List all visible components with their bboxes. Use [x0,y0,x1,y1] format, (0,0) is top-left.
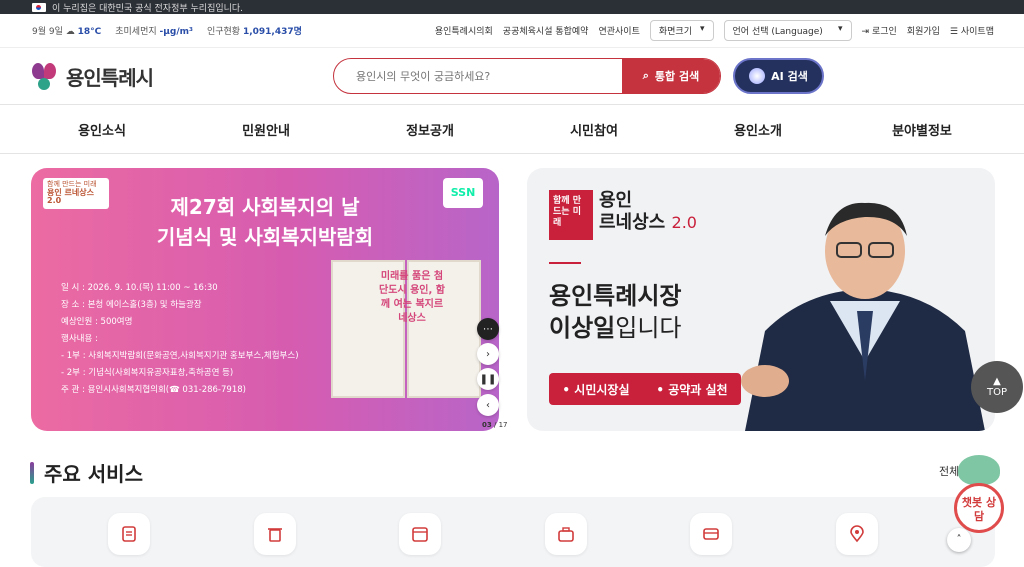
chevron-down-icon: ▾ [838,24,843,34]
population: 인구현황 1,091,437명 [206,27,302,37]
slide-pager: 03 / 17 [482,421,508,429]
language-select[interactable]: 언어 선택 (Language) ▾ [723,20,852,41]
utility-bar: 9월 9일 ☁ 18°C 초미세먼지 -μg/m³ 인구현황 1,091,437… [0,14,1024,48]
chatbot-button[interactable]: 챗봇 상담 [952,455,1006,535]
login-icon: ⇥ [861,27,870,37]
briefcase-icon[interactable] [545,513,587,555]
link-related-sites[interactable]: 연관사이트 [598,24,639,37]
chatbot-mascot-icon [958,455,1000,485]
header: 용인특례시 ⌕ 통합 검색 AI 검색 [0,48,1024,104]
mayor-links: • 시민시장실 • 공약과 실천 [549,373,741,405]
calendar-icon[interactable] [399,513,441,555]
document-icon[interactable] [108,513,150,555]
event-info: 일 시 : 2026. 9. 10.(목) 11:00 ~ 16:30 장 소 … [61,283,299,395]
nav-item-participation[interactable]: 시민참여 [514,120,674,139]
more-button[interactable]: ⋯ [477,318,499,340]
main-nav: 용인소식 민원안내 정보공개 시민참여 용인소개 분야별정보 [0,104,1024,154]
pause-button[interactable]: ❚❚ [477,368,499,390]
card-icon[interactable] [690,513,732,555]
gov-notice-bar: 이 누리집은 대한민국 공식 전자정부 누리집입니다. [0,0,1024,14]
menu-icon: ☰ [949,27,958,37]
nav-item-fields[interactable]: 분야별정보 [842,120,1002,139]
pledge-link[interactable]: • 공약과 실천 [656,381,727,398]
mayor-title: 용인특례시장 이상일입니다 [549,282,682,342]
pause-icon: ❚❚ [479,373,497,385]
chevron-left-icon: ‹ [486,399,490,411]
link-council[interactable]: 용인특례시의회 [435,24,493,37]
weather: 9월 9일 ☁ 18°C [32,27,102,37]
nav-item-info[interactable]: 정보공개 [350,120,510,139]
mayor-photo [741,202,985,431]
mayor-office-link[interactable]: • 시민시장실 [562,381,629,398]
search-input[interactable] [334,59,622,93]
banner-title-line1: 제27회 사회복지의 날 [170,195,360,219]
mayor-banner: 함께 만드는 미래 용인 르네상스 2.0 용인특례시장 이상일입니다 • 시민시… [527,168,995,431]
link-sports-booking[interactable]: 공공체육시설 통합예약 [503,24,589,37]
sparkle-icon [749,68,766,84]
search-box: ⌕ 통합 검색 [333,58,721,94]
services-panel [31,497,995,567]
chatbot-label: 챗봇 상담 [954,483,1004,533]
prev-button[interactable]: ‹ [477,394,499,416]
next-button[interactable]: › [477,343,499,365]
arrow-up-icon: ▲ [993,376,1001,387]
chevron-up-icon: ˄ [956,534,962,545]
search-button[interactable]: ⌕ 통합 검색 [622,59,720,93]
event-banner[interactable]: 함께 만드는 미래 용인 르네상스2.0 SSN 제27회 사회복지의 날 기념… [31,168,499,431]
nav-item-news[interactable]: 용인소식 [22,120,182,139]
top-button[interactable]: ▲ TOP [971,361,1023,413]
more-icon: ⋯ [483,323,493,335]
services-heading: 주요 서비스 [30,458,143,487]
site-logo[interactable]: 용인특례시 [30,61,154,91]
screen-size-select[interactable]: 화면크기 ▾ [649,20,714,41]
divider [549,262,581,264]
renaissance-logo: 함께 만드는 미래 용인 르네상스 2.0 [549,190,697,240]
location-icon[interactable] [836,513,878,555]
signup-link[interactable]: 회원가입 [907,24,940,37]
heading-bar [30,461,34,484]
nav-item-civil[interactable]: 민원안내 [186,120,346,139]
login-link[interactable]: ⇥ 로그인 [862,24,897,37]
scroll-up-button[interactable]: ˄ [947,528,971,552]
fine-dust: 초미세먼지 -μg/m³ [115,27,193,37]
trash-icon[interactable] [254,513,296,555]
ai-search-button[interactable]: AI 검색 [733,58,824,94]
poster-illustration: 미래를 품은 첨단도시 용인, 함께 여는 복지르네상스 [331,260,481,410]
gov-notice-text: 이 누리집은 대한민국 공식 전자정부 누리집입니다. [52,3,244,14]
chevron-down-icon: ▾ [700,24,705,34]
banner-title-line2: 기념식 및 사회복지박람회 [156,225,374,249]
korea-flag-icon [32,2,46,12]
chevron-right-icon: › [486,348,490,360]
search-icon: ⌕ [642,69,649,82]
nav-item-about[interactable]: 용인소개 [678,120,838,139]
logo-mark-icon [30,61,60,91]
sitemap-link[interactable]: ☰ 사이트맵 [950,24,994,37]
